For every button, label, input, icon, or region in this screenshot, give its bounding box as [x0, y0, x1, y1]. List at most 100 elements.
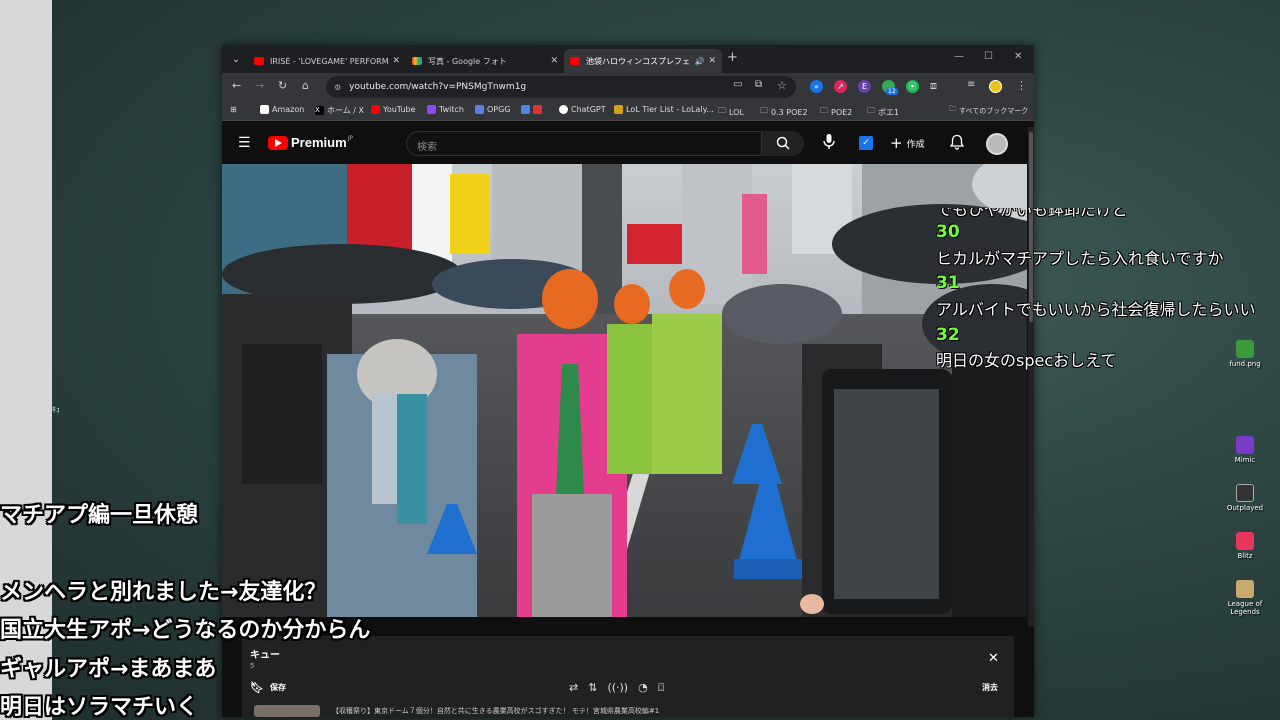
video-frame-image — [222, 164, 1027, 617]
youtube-premium-logo[interactable]: Premium JP — [268, 135, 353, 150]
tab-bar: ⌄ IRISÉ - 'LOVEGAME' PERFORMA ✕ 写真 - Goo… — [222, 45, 1034, 73]
tab-search-icon[interactable]: ≡ — [967, 79, 975, 90]
memo-line: 明日はソラマチいく — [0, 695, 199, 720]
search-input[interactable]: 検索 — [406, 131, 762, 156]
all-bookmarks-folder[interactable]: 🗀 すべてのブックマーク — [949, 105, 1028, 116]
extension-icon[interactable]: ⦿ — [906, 80, 919, 93]
camera-icon[interactable]: ⌼ — [658, 681, 665, 695]
folder-icon: 🗀 — [867, 106, 875, 115]
desktop-icon-mimic[interactable]: Mimic — [1215, 436, 1275, 464]
tab-youtube-active[interactable]: 池袋ハロウィンコスプレフェス 20 🔊 ✕ — [564, 49, 722, 73]
home-icon[interactable]: ⌂ — [302, 79, 309, 92]
close-tab-icon[interactable]: ✕ — [708, 56, 716, 66]
forward-arrow-icon[interactable]: → — [255, 79, 264, 92]
close-queue-icon[interactable]: ✕ — [988, 651, 999, 666]
queue-panel: キュー 5 ✕ 🔖︎ 保存 ⇄ ⇅ ((·)) ◔ ⌼ 消去 【収穫祭り】東京ド… — [242, 636, 1014, 717]
extension-icon[interactable]: ↗ — [834, 80, 847, 93]
tab-title: 写真 - Google フォト — [428, 56, 507, 66]
league-of-legends-app-icon — [1236, 580, 1254, 598]
bookmark-icon: 🔖︎ — [250, 681, 264, 694]
radio-icon[interactable]: ((·)) — [607, 681, 628, 695]
minimize-button[interactable]: — — [954, 51, 964, 62]
gauge-icon[interactable]: ◔ — [638, 681, 648, 695]
page-scrollbar[interactable] — [1028, 127, 1034, 627]
more-menu-icon[interactable]: ⋮ — [1016, 79, 1027, 92]
tab-title: 池袋ハロウィンコスプレフェス 20 — [586, 56, 692, 66]
chatgpt-icon — [559, 105, 568, 114]
tab-google-photos[interactable]: 写真 - Google フォト ✕ — [406, 49, 564, 73]
search-button[interactable] — [762, 131, 804, 156]
blitz-app-icon — [1236, 532, 1254, 550]
bookmark-amazon[interactable]: Amazon — [260, 105, 304, 114]
bookmark-youtube[interactable]: YouTube — [371, 105, 416, 114]
left-mark-text: ｷｭ — [52, 405, 60, 414]
back-arrow-icon[interactable]: ← — [232, 79, 241, 92]
folder-icon: 🗀 — [718, 106, 726, 115]
desktop-icon-label: Mimic — [1234, 456, 1256, 464]
desktop-icon-fund[interactable]: fund.png — [1215, 340, 1275, 368]
microphone-icon[interactable] — [820, 133, 838, 153]
new-tab-button[interactable]: + — [727, 50, 738, 65]
save-queue-button[interactable]: 🔖︎ 保存 — [250, 681, 286, 694]
desktop-icon-label: League of Legends — [1227, 600, 1263, 616]
save-page-icon[interactable]: ▭ — [733, 79, 742, 90]
image-file-icon — [1236, 340, 1254, 358]
create-button[interactable]: + 作成 — [890, 134, 925, 152]
user-avatar[interactable] — [986, 133, 1008, 155]
video-player[interactable] — [222, 164, 1027, 617]
folder-icon: 🗀 — [820, 106, 828, 115]
sort-icon[interactable]: ⇅ — [588, 681, 597, 695]
bookmark-opgg[interactable]: OPGG — [475, 105, 511, 114]
amazon-icon — [260, 105, 269, 114]
opgg-icon — [475, 105, 484, 114]
extension-icon[interactable]: E — [858, 80, 871, 93]
comment-cut-text: でもひやかいも鉢卸だけど — [936, 208, 1129, 219]
desktop-icon-league-of-legends[interactable]: League of Legends — [1215, 580, 1275, 616]
site-info-icon[interactable]: ⚙ — [334, 83, 341, 92]
queue-item-title: 【収穫祭り】東京ドーム７個分！自然と共に生きる農業高校がスゴすぎた！ モテ！宮城… — [332, 707, 660, 715]
address-bar[interactable]: ⚙ youtube.com/watch?v=PNSMgTnwm1g — [326, 76, 796, 98]
repeat-icon[interactable]: ⇄ — [569, 681, 578, 695]
bookmark-unnamed[interactable] — [521, 105, 545, 114]
bookmark-folder-poe1[interactable]: 🗀 ポエ1 — [867, 105, 899, 119]
bookmark-folder-poe2[interactable]: 🗀 POE2 — [820, 105, 852, 119]
bookmark-star-icon[interactable]: ☆ — [777, 79, 787, 92]
x-icon: X — [315, 106, 324, 115]
profile-avatar-icon[interactable] — [989, 80, 1002, 93]
tab-search-chevron-icon[interactable]: ⌄ — [227, 50, 245, 68]
bookmark-lolalytics[interactable]: LoL Tier List - LoLaly... — [614, 105, 714, 114]
desktop-icon-outplayed[interactable]: Outplayed — [1215, 484, 1275, 512]
bookmark-x[interactable]: X ホーム / X — [315, 105, 364, 116]
bookmark-label: Amazon — [272, 105, 305, 114]
tab-irise[interactable]: IRISÉ - 'LOVEGAME' PERFORMA ✕ — [248, 49, 406, 73]
speaker-icon[interactable]: 🔊 — [694, 57, 704, 66]
reload-icon[interactable]: ↻ — [278, 79, 287, 92]
bookmark-label: LOL — [729, 107, 744, 117]
extension-icon[interactable]: » — [810, 80, 823, 93]
maximize-button[interactable]: ☐ — [984, 51, 993, 62]
apps-grid-icon[interactable]: ⊞ — [230, 105, 237, 114]
close-window-button[interactable]: ✕ — [1014, 51, 1022, 62]
bookmark-label: すべてのブックマーク — [959, 106, 1029, 115]
queue-list-item[interactable]: 【収穫祭り】東京ドーム７個分！自然と共に生きる農業高校がスゴすぎた！ モテ！宮城… — [254, 704, 974, 717]
close-tab-icon[interactable]: ✕ — [392, 56, 400, 66]
desktop-icon-label: Outplayed — [1226, 504, 1264, 512]
close-tab-icon[interactable]: ✕ — [550, 56, 558, 66]
checkbox-extension-icon[interactable]: ✓ — [859, 136, 873, 150]
bookmark-folder-03poe2[interactable]: 🗀 0.3 POE2 — [760, 105, 808, 119]
hamburger-menu-icon[interactable]: ☰ — [238, 135, 251, 151]
desktop-icon-blitz[interactable]: Blitz — [1215, 532, 1275, 560]
memo-line: メンヘラと別れました→友達化？ — [0, 580, 327, 605]
browser-toolbar: ← → ↻ ⌂ ⚙ youtube.com/watch?v=PNSMgTnwm1… — [222, 73, 1034, 101]
clear-queue-button[interactable]: 消去 — [982, 682, 998, 693]
bookmark-folder-lol[interactable]: 🗀 LOL — [718, 105, 744, 119]
bookmark-label: 0.3 POE2 — [771, 107, 808, 117]
flag-icon — [533, 105, 542, 114]
cast-icon[interactable]: ⧉ — [755, 79, 762, 90]
puzzle-extensions-icon[interactable]: ⧈ — [930, 79, 937, 93]
notification-bell-icon[interactable] — [949, 134, 965, 154]
queue-controls: ⇄ ⇅ ((·)) ◔ ⌼ — [569, 681, 664, 695]
bookmark-chatgpt[interactable]: ChatGPT — [559, 105, 606, 114]
bookmark-twitch[interactable]: Twitch — [427, 105, 464, 114]
youtube-favicon-icon — [570, 57, 580, 65]
